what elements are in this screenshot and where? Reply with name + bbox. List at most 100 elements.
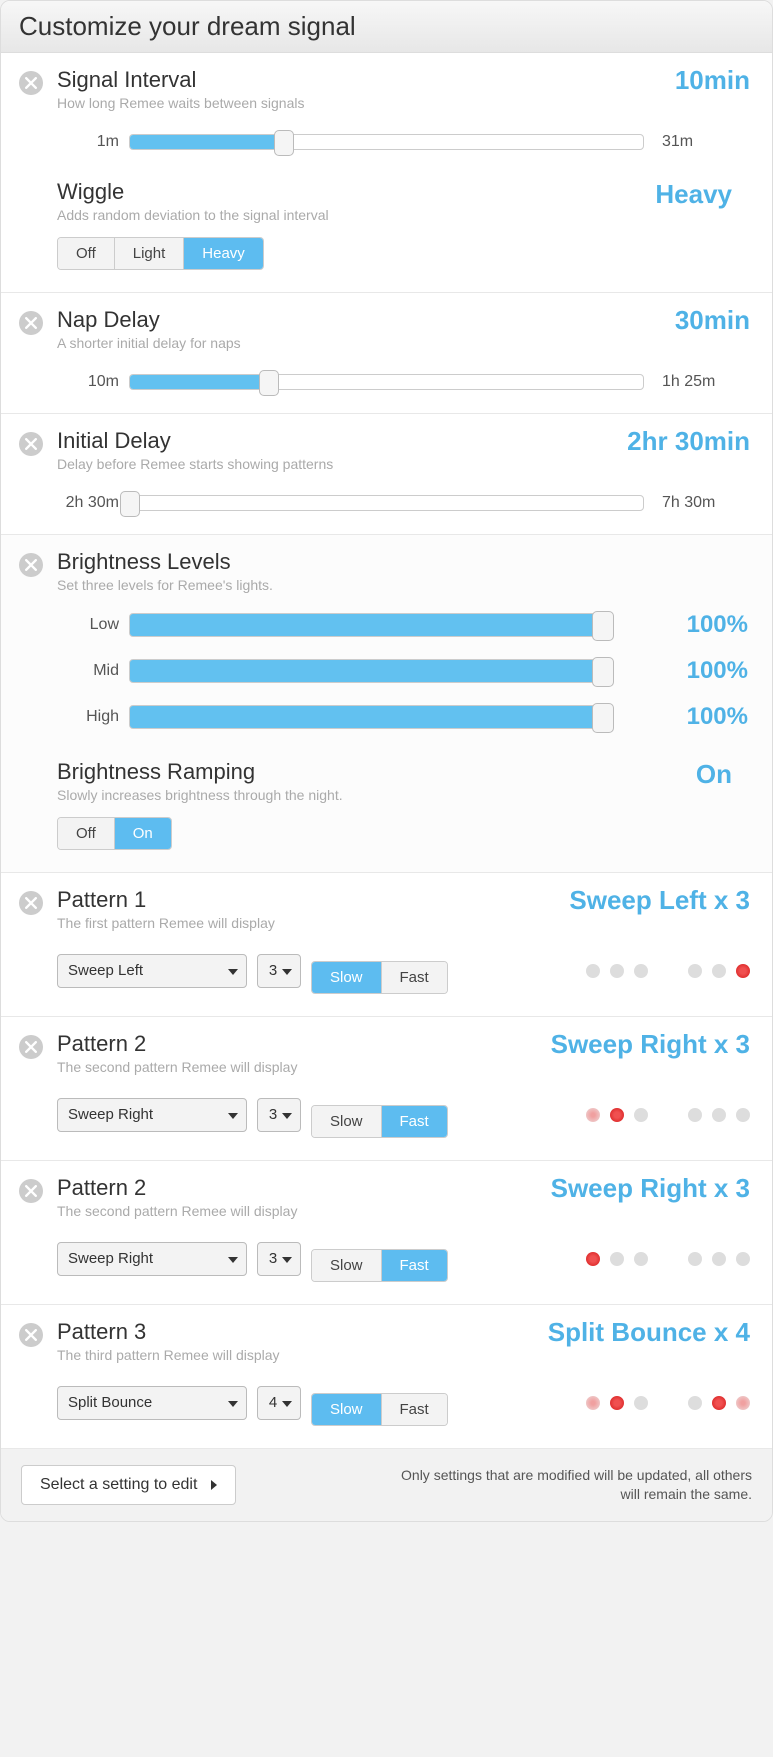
brightness-high-value: 100%: [614, 703, 754, 731]
section-brightness: Brightness Levels Set three levels for R…: [1, 535, 772, 873]
pattern-desc: The third pattern Remee will display: [57, 1347, 754, 1363]
section-signal-interval: Signal Interval How long Remee waits bet…: [1, 53, 772, 293]
wiggle-off-button[interactable]: Off: [58, 238, 115, 269]
close-icon[interactable]: [19, 432, 43, 456]
chevron-down-icon: [282, 1113, 292, 1119]
ramping-block: Brightness Ramping Slowly increases brig…: [57, 759, 754, 850]
brightness-low-label: Low: [57, 616, 129, 634]
brightness-high-slider[interactable]: [129, 705, 614, 729]
close-icon[interactable]: [19, 553, 43, 577]
pattern-speed-segmented: SlowFast: [311, 1249, 448, 1282]
wiggle-light-button[interactable]: Light: [115, 238, 185, 269]
chevron-down-icon: [282, 969, 292, 975]
section-initial-delay: Initial Delay Delay before Remee starts …: [1, 414, 772, 535]
signal-interval-slider[interactable]: [129, 134, 644, 150]
pattern-select[interactable]: Sweep Right: [57, 1242, 247, 1276]
pattern-select[interactable]: Sweep Right: [57, 1098, 247, 1132]
led-dot: [610, 1108, 624, 1122]
pattern-count-select[interactable]: 3: [257, 1098, 301, 1132]
brightness-title: Brightness Levels: [57, 549, 754, 575]
led-dot: [610, 964, 624, 978]
pattern-desc: The second pattern Remee will display: [57, 1203, 754, 1219]
ramping-value: On: [696, 759, 732, 790]
section-nap-delay: Nap Delay A shorter initial delay for na…: [1, 293, 772, 414]
pattern-speed-slow-button[interactable]: Slow: [312, 962, 382, 993]
chevron-down-icon: [228, 1113, 238, 1119]
close-icon[interactable]: [19, 1035, 43, 1059]
pattern-speed-fast-button[interactable]: Fast: [382, 1106, 447, 1137]
led-dot: [736, 964, 750, 978]
pattern-count-select[interactable]: 4: [257, 1386, 301, 1420]
ramping-segmented: Off On: [57, 817, 172, 850]
pattern-count-select[interactable]: 3: [257, 954, 301, 988]
led-dot: [586, 1108, 600, 1122]
wiggle-title: Wiggle: [57, 179, 754, 205]
led-dot: [610, 1252, 624, 1266]
brightness-low-value: 100%: [614, 611, 754, 639]
brightness-desc: Set three levels for Remee's lights.: [57, 577, 754, 593]
slider-min-label: 1m: [57, 133, 129, 151]
pattern-speed-segmented: SlowFast: [311, 1393, 448, 1426]
page-title: Customize your dream signal: [1, 1, 772, 53]
wiggle-heavy-button[interactable]: Heavy: [184, 238, 263, 269]
section-pattern: Pattern 1The first pattern Remee will di…: [1, 873, 772, 1017]
led-dot: [688, 1396, 702, 1410]
pattern-desc: The second pattern Remee will display: [57, 1059, 754, 1075]
close-icon[interactable]: [19, 311, 43, 335]
pattern-controls: Sweep Right 3 SlowFast: [57, 1235, 754, 1282]
led-dot: [712, 1108, 726, 1122]
footer-note: Only settings that are modified will be …: [392, 1466, 752, 1504]
chevron-down-icon: [228, 1257, 238, 1263]
pattern-speed-fast-button[interactable]: Fast: [382, 962, 447, 993]
nap-delay-slider[interactable]: [129, 374, 644, 390]
pattern-speed-fast-button[interactable]: Fast: [382, 1394, 447, 1425]
nap-delay-desc: A shorter initial delay for naps: [57, 335, 754, 351]
led-dot: [586, 964, 600, 978]
pattern-select[interactable]: Split Bounce: [57, 1386, 247, 1420]
pattern-led-preview: [586, 1252, 754, 1266]
pattern-count-select[interactable]: 3: [257, 1242, 301, 1276]
initial-delay-slider[interactable]: [129, 495, 644, 511]
pattern-led-preview: [586, 1108, 754, 1122]
ramping-desc: Slowly increases brightness through the …: [57, 787, 754, 803]
select-setting-label: Select a setting to edit: [40, 1476, 197, 1494]
pattern-value: Sweep Left x 3: [569, 885, 750, 916]
led-dot: [634, 1252, 648, 1266]
brightness-mid-slider[interactable]: [129, 659, 614, 683]
led-dot: [634, 1108, 648, 1122]
pattern-speed-slow-button[interactable]: Slow: [312, 1106, 382, 1137]
footer: Select a setting to edit Only settings t…: [1, 1449, 772, 1521]
pattern-speed-slow-button[interactable]: Slow: [312, 1394, 382, 1425]
led-dot: [688, 1252, 702, 1266]
chevron-down-icon: [282, 1257, 292, 1263]
led-dot: [712, 1252, 726, 1266]
pattern-select[interactable]: Sweep Left: [57, 954, 247, 988]
led-dot: [610, 1396, 624, 1410]
close-icon[interactable]: [19, 891, 43, 915]
initial-delay-desc: Delay before Remee starts showing patter…: [57, 456, 754, 472]
close-icon[interactable]: [19, 71, 43, 95]
brightness-low-slider[interactable]: [129, 613, 614, 637]
ramping-on-button[interactable]: On: [115, 818, 171, 849]
wiggle-block: Wiggle Adds random deviation to the sign…: [57, 179, 754, 270]
slider-max-label: 31m: [644, 133, 754, 151]
signal-interval-value: 10min: [675, 65, 750, 96]
chevron-right-icon: [211, 1480, 217, 1490]
pattern-led-preview: [586, 964, 754, 978]
ramping-off-button[interactable]: Off: [58, 818, 115, 849]
close-icon[interactable]: [19, 1179, 43, 1203]
pattern-speed-slow-button[interactable]: Slow: [312, 1250, 382, 1281]
led-dot: [688, 1108, 702, 1122]
chevron-down-icon: [228, 969, 238, 975]
close-icon[interactable]: [19, 1323, 43, 1347]
pattern-value: Split Bounce x 4: [548, 1317, 750, 1348]
chevron-down-icon: [228, 1401, 238, 1407]
led-dot: [712, 964, 726, 978]
section-pattern: Pattern 3The third pattern Remee will di…: [1, 1305, 772, 1449]
pattern-speed-fast-button[interactable]: Fast: [382, 1250, 447, 1281]
section-pattern: Pattern 2The second pattern Remee will d…: [1, 1017, 772, 1161]
select-setting-dropdown[interactable]: Select a setting to edit: [21, 1465, 236, 1505]
led-dot: [712, 1396, 726, 1410]
nap-delay-value: 30min: [675, 305, 750, 336]
wiggle-desc: Adds random deviation to the signal inte…: [57, 207, 754, 223]
